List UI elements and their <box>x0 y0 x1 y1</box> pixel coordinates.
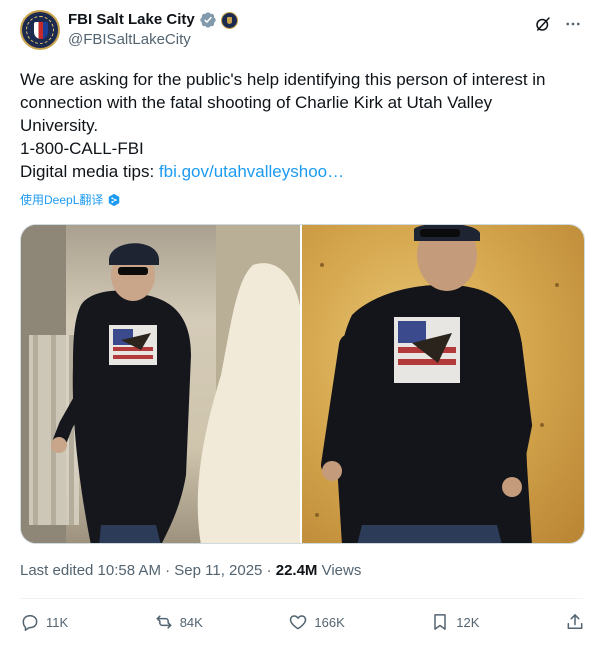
repost-button[interactable]: 84K <box>154 612 203 632</box>
translate-label: 使用DeepL翻译 <box>20 193 104 207</box>
tips-label: Digital media tips: <box>20 162 155 181</box>
tweet-text-line: University. <box>20 116 99 135</box>
verified-badge-icon[interactable] <box>199 11 217 29</box>
share-icon <box>567 614 583 629</box>
header-actions <box>533 10 583 34</box>
tips-link[interactable]: fbi.gov/utahvalleyshoo… <box>159 162 344 181</box>
display-name-row: FBI Salt Lake City <box>68 10 238 30</box>
like-button[interactable]: 166K <box>288 612 345 632</box>
phone-number: 1-800-CALL-FBI <box>20 139 144 158</box>
reply-icon <box>22 615 38 631</box>
like-icon <box>290 615 307 630</box>
avatar[interactable] <box>20 10 60 50</box>
share-button[interactable] <box>565 612 585 632</box>
tweet-header: FBI Salt Lake City @FBISaltLakeCity <box>20 10 583 54</box>
translate-button[interactable]: 使用DeepL翻译 <box>20 191 121 208</box>
repost-icon <box>156 615 172 629</box>
tweet-text-line: connection with the fatal shooting of Ch… <box>20 93 493 112</box>
bookmark-icon <box>434 614 447 630</box>
fbi-seal-shield <box>34 22 48 39</box>
display-name[interactable]: FBI Salt Lake City <box>68 10 195 30</box>
tips-line: Digital media tips: fbi.gov/utahvalleysh… <box>20 160 580 183</box>
reply-count: 11K <box>46 614 69 630</box>
tweet-text: We are asking for the public's help iden… <box>20 68 580 183</box>
reply-button[interactable]: 11K <box>20 612 68 632</box>
more-icon[interactable] <box>563 14 583 34</box>
bookmark-count: 12K <box>456 614 480 630</box>
views-count: 22.4M <box>275 562 318 579</box>
action-bar: 11K 84K 166K 12K <box>20 610 585 634</box>
media-grid <box>20 224 585 544</box>
handle[interactable]: @FBISaltLakeCity <box>68 30 238 50</box>
account-names: FBI Salt Lake City @FBISaltLakeCity <box>68 10 238 50</box>
divider <box>20 598 583 599</box>
like-count: 166K <box>314 614 345 630</box>
fbi-seal-icon[interactable] <box>220 11 238 29</box>
tweet-text-line: We are asking for the public's help iden… <box>20 70 546 89</box>
deepl-icon <box>109 193 120 206</box>
repost-count: 84K <box>179 614 203 630</box>
tweet-card: FBI Salt Lake City @FBISaltLakeCity We a… <box>0 0 601 651</box>
views-label: Views <box>317 562 362 579</box>
tweet-meta: Last edited 10:58 AM · Sep 11, 2025 · 22… <box>20 562 361 579</box>
edited-timestamp[interactable]: Last edited 10:58 AM · Sep 11, 2025 · <box>20 562 276 579</box>
grok-icon[interactable] <box>533 14 553 34</box>
photo-right[interactable] <box>302 225 584 543</box>
photo-left[interactable] <box>21 225 301 543</box>
bookmark-button[interactable]: 12K <box>430 612 479 632</box>
